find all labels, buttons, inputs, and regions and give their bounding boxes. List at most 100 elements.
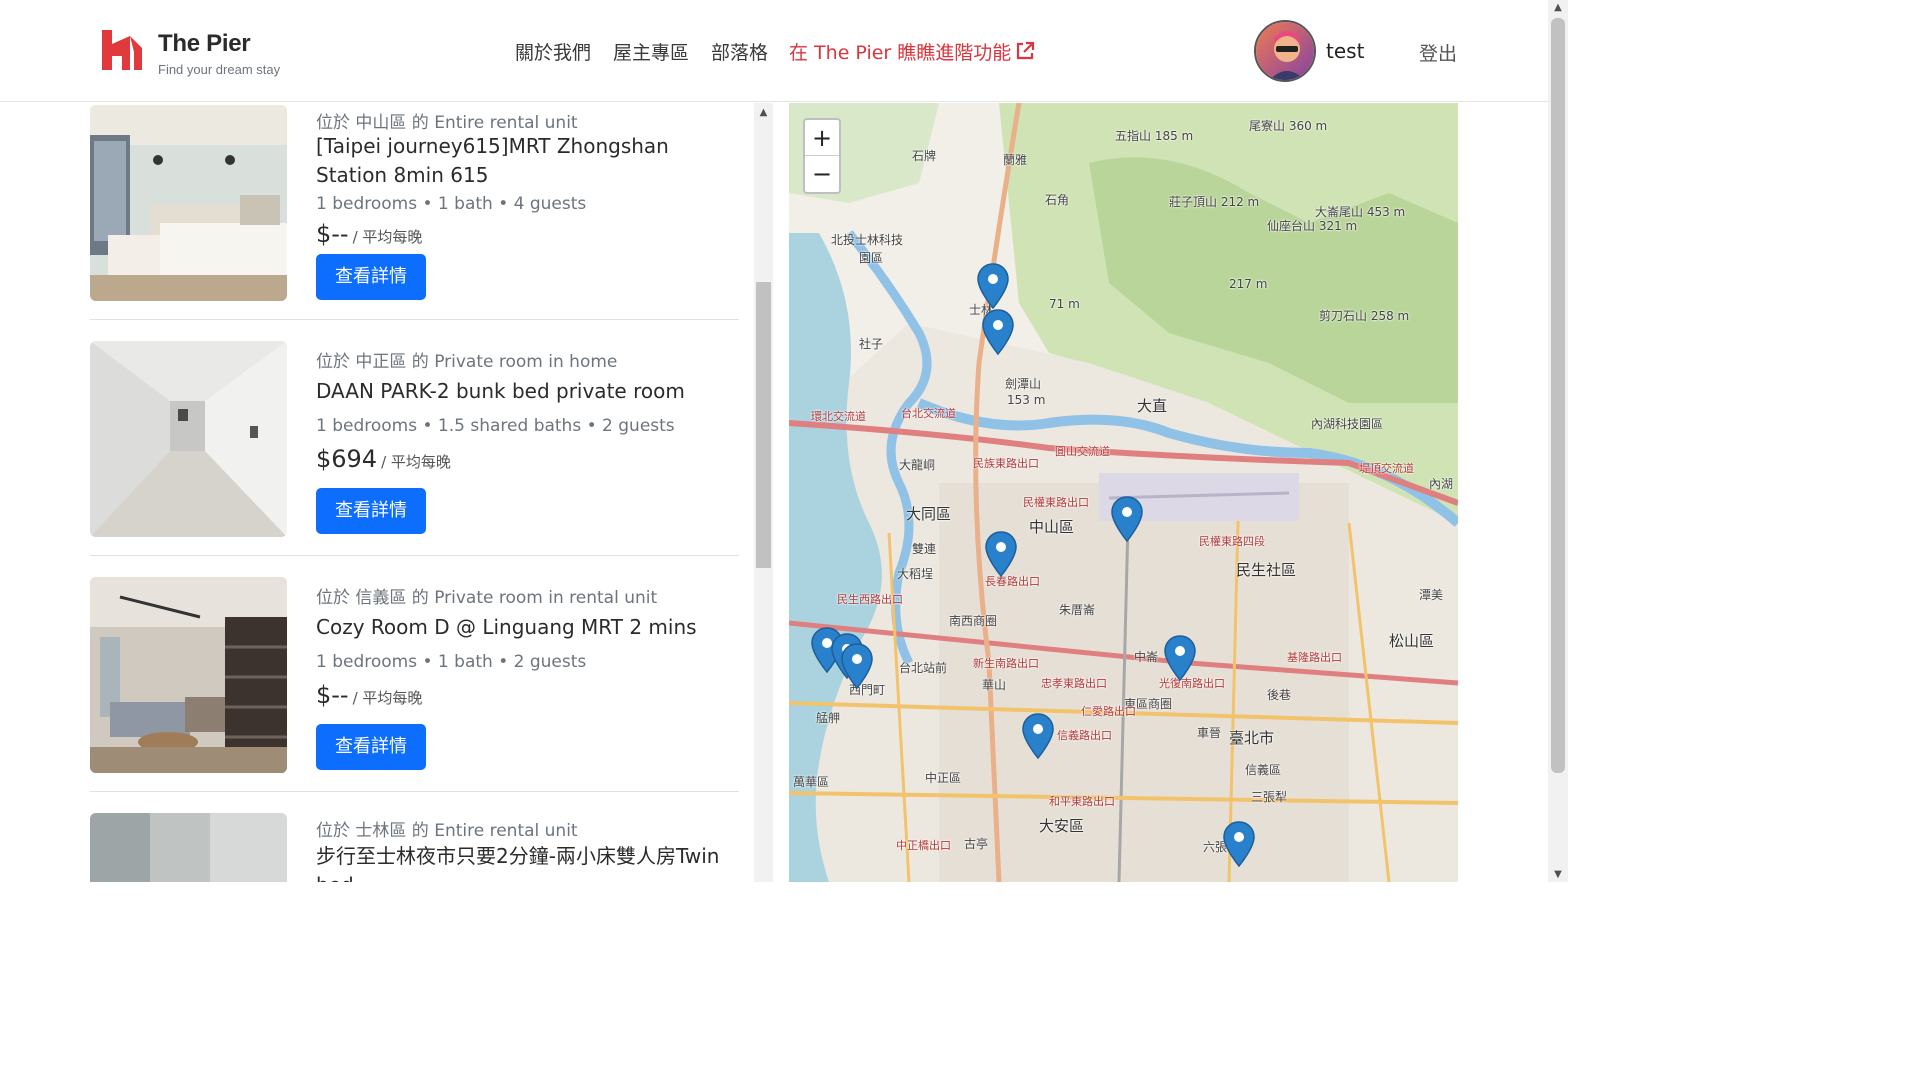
listing-location: 位於 中山區 的 Entire rental unit [316, 113, 578, 133]
map-marker-icon[interactable] [1111, 496, 1143, 542]
listing-scrollbar-thumb[interactable] [756, 282, 771, 568]
page-scroll-up-arrow-icon[interactable]: ▲ [1548, 2, 1568, 13]
map-label: 仙座台山 321 m [1267, 219, 1358, 233]
page-scrollbar-thumb[interactable] [1551, 18, 1565, 773]
map-label: 217 m [1229, 277, 1268, 291]
map-label: 朱厝崙 [1059, 603, 1096, 617]
map-label: 基隆路出口 [1287, 651, 1342, 664]
map-label: 環北交流道 [811, 410, 866, 423]
map-marker-icon[interactable] [841, 643, 873, 689]
map-marker-icon[interactable] [982, 309, 1014, 355]
zoom-in-button[interactable]: + [805, 120, 839, 156]
listing-title[interactable]: DAAN PARK-2 bunk bed private room [316, 377, 736, 406]
map-label: 五指山 185 m [1115, 129, 1194, 143]
listing-title[interactable]: Cozy Room D @ Linguang MRT 2 mins [316, 613, 736, 642]
map-label: 大同區 [906, 505, 952, 523]
the-pier-logo-icon[interactable] [100, 28, 144, 72]
avatar-image [1256, 22, 1314, 80]
map-label: 大安區 [1039, 817, 1085, 835]
listing-price: $-- / 平均每晚 [316, 681, 422, 709]
listing-card: 位於 中正區 的 Private room in home DAAN PARK-… [90, 339, 740, 575]
map-label: 圓山交流道 [1055, 445, 1110, 458]
map-label: 民權東路四段 [1199, 535, 1265, 548]
map-label: 剪刀石山 258 m [1319, 309, 1410, 323]
map-label: 尾寮山 360 m [1249, 119, 1328, 133]
page-scroll-down-arrow-icon[interactable]: ▼ [1548, 869, 1568, 880]
listing-list: 位於 中山區 的 Entire rental unit [Taipei jour… [90, 103, 740, 882]
map-label: 內湖 [1429, 477, 1454, 491]
map-label: 71 m [1049, 297, 1080, 311]
zoom-out-button[interactable]: − [805, 156, 839, 192]
map-label: 北投士林科技 [831, 233, 904, 247]
map-label: 信義路出口 [1057, 729, 1112, 742]
map-label: 信義區 [1245, 763, 1282, 777]
map-marker-icon[interactable] [977, 263, 1009, 309]
map-marker-icon[interactable] [985, 531, 1017, 577]
listing-photo[interactable] [90, 341, 287, 537]
top-navbar: The Pier Find your dream stay 關於我們 屋主專區 … [0, 0, 1548, 102]
map-label: 艋舺 [816, 711, 841, 725]
listing-meta: 1 bedrooms • 1.5 shared baths • 2 guests [316, 416, 675, 436]
user-avatar[interactable] [1254, 20, 1316, 82]
view-details-button[interactable]: 查看詳情 [316, 254, 426, 300]
scroll-up-arrow-icon[interactable]: ▲ [754, 103, 773, 123]
logout-link[interactable]: 登出 [1419, 39, 1457, 66]
listing-meta: 1 bedrooms • 1 bath • 4 guests [316, 194, 587, 214]
external-link-icon [1017, 41, 1035, 60]
map-marker-icon[interactable] [1164, 635, 1196, 681]
listing-card: 位於 士林區 的 Entire rental unit 步行至士林夜市只要2分鐘… [90, 811, 740, 882]
card-divider [90, 791, 739, 792]
nav-host-zone[interactable]: 屋主專區 [613, 38, 689, 65]
map-marker-icon[interactable] [1223, 821, 1255, 867]
map-label: 堤頂交流道 [1359, 462, 1414, 475]
zoom-control: + − [803, 118, 841, 194]
map-label: 後巷 [1267, 688, 1292, 702]
map-label: 新生南路出口 [973, 657, 1039, 670]
map-label: 臺北市 [1229, 729, 1275, 747]
price-per-night: / 平均每晚 [352, 228, 423, 246]
map-label: 忠孝東路出口 [1041, 677, 1107, 690]
map-label: 和平東路出口 [1049, 795, 1115, 808]
listing-photo[interactable] [90, 105, 287, 301]
map-label: 石角 [1045, 193, 1070, 207]
map-label: 民權東路出口 [1023, 496, 1089, 509]
view-details-button[interactable]: 查看詳情 [316, 724, 426, 770]
map-label: 內湖科技園區 [1311, 417, 1384, 431]
listing-meta: 1 bedrooms • 1 bath • 2 guests [316, 652, 587, 672]
room-photo-image [90, 813, 287, 882]
hallway-photo-image [90, 341, 287, 537]
listing-card: 位於 中山區 的 Entire rental unit [Taipei jour… [90, 103, 740, 339]
username[interactable]: test [1326, 39, 1364, 63]
listing-photo[interactable] [90, 577, 287, 773]
map-view[interactable]: + − 石牌 蘭雅 石角 北投士林科技 園區 社子 士林 劍潭山 大直 大龍峒 … [789, 103, 1458, 882]
room-photo-image [90, 577, 287, 773]
map-label: 華山 [982, 678, 1007, 692]
map-label: 雙連 [912, 542, 937, 556]
nav-about-us[interactable]: 關於我們 [515, 38, 591, 65]
listing-card: 位於 信義區 的 Private room in rental unit Coz… [90, 575, 740, 811]
map-label: 民族東路出口 [973, 457, 1039, 470]
listing-location: 位於 士林區 的 Entire rental unit [316, 821, 578, 841]
view-details-button[interactable]: 查看詳情 [316, 488, 426, 534]
price-amount: $694 [316, 445, 378, 473]
listing-location: 位於 中正區 的 Private room in home [316, 352, 618, 372]
brand-name[interactable]: The Pier [158, 30, 251, 58]
card-divider [90, 555, 739, 556]
price-amount: $-- [316, 681, 349, 709]
map-label: 潭美 [1419, 588, 1444, 602]
map-label: 車晉 [1197, 726, 1222, 740]
map-label: 台北交流道 [901, 407, 956, 420]
nav-blog[interactable]: 部落格 [711, 38, 768, 65]
listing-photo[interactable] [90, 813, 287, 882]
bedroom-photo-image [90, 105, 287, 301]
map-label: 石牌 [912, 149, 937, 163]
listing-title[interactable]: 步行至士林夜市只要2分鐘-兩小床雙人房Twin bed [316, 842, 736, 882]
map-label: 民生社區 [1236, 561, 1297, 579]
page-scrollbar[interactable]: ▲ ▼ [1548, 0, 1568, 882]
map-label: 台北站前 [899, 661, 948, 675]
listing-scrollbar[interactable]: ▲ [754, 103, 773, 882]
nav-premium-features[interactable]: 在 The Pier 瞧瞧進階功能 [789, 38, 1035, 65]
brand-tagline: Find your dream stay [158, 62, 281, 77]
map-marker-icon[interactable] [1022, 713, 1054, 759]
listing-title[interactable]: [Taipei journey615]MRT Zhongshan Station… [316, 132, 736, 190]
